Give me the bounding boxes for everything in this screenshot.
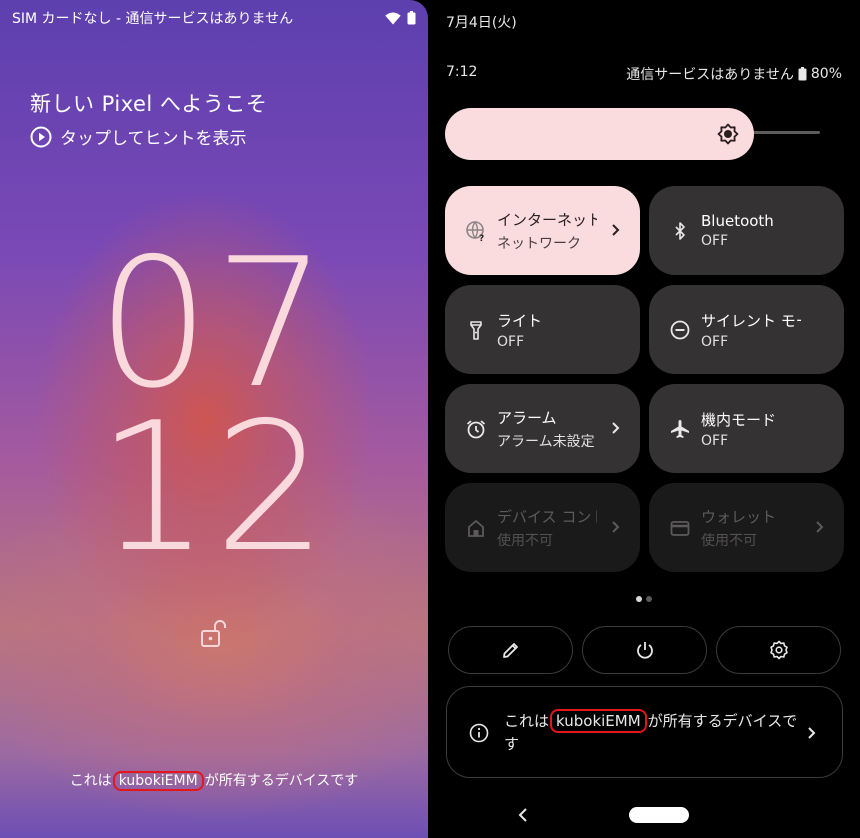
time-label: 7:12: [446, 64, 478, 80]
page-dot-active: [636, 596, 642, 602]
brightness-icon: [717, 123, 739, 145]
page-dot: [646, 596, 652, 602]
owner-name-highlight: kubokiEMM: [550, 709, 647, 733]
tile-device-controls-subtitle: 使用不可: [497, 532, 553, 549]
date-label[interactable]: 7月4日(火): [446, 12, 517, 32]
info-icon: [469, 723, 489, 743]
tile-bluetooth[interactable]: Bluetooth OFF: [649, 186, 844, 275]
settings-icon: [769, 640, 788, 660]
tile-alarm-title: アラーム: [497, 408, 557, 427]
lock-status-bar: SIM カードなし - 通信サービスはありません: [12, 8, 416, 28]
tile-airplane-mode[interactable]: 機内モード OFF: [649, 384, 844, 473]
tile-alarm-subtitle: アラーム未設定: [497, 433, 595, 450]
chevron-right-icon: [612, 521, 620, 533]
tile-device-controls-title: デバイス コントロール: [497, 507, 597, 526]
power-icon: [636, 642, 653, 659]
chevron-right-icon: [816, 521, 824, 533]
edit-icon: [502, 643, 518, 658]
owner-notice: これは kubokiEMM が所有するデバイスです: [0, 770, 428, 791]
flashlight-icon: [470, 320, 482, 340]
device-owner-text: これは kubokiEMM が所有するデバイスです: [504, 709, 804, 755]
owner-name-highlight: kubokiEMM: [112, 771, 204, 791]
tile-internet-title: インターネット: [497, 210, 597, 229]
tile-flashlight-title: ライト: [497, 311, 543, 330]
unlock-icon[interactable]: [198, 618, 230, 650]
quick-settings-panel: 7月4日(火) 7:12 通信サービスはありません 80% ? インターネット …: [430, 0, 860, 838]
play-circle-icon: [30, 126, 52, 147]
tile-bluetooth-subtitle: OFF: [701, 233, 729, 249]
chevron-right-icon: [612, 422, 620, 434]
clock-hours: 07: [96, 220, 332, 427]
tile-wallet-title: ウォレット: [701, 507, 777, 526]
home-handle[interactable]: [629, 807, 689, 823]
back-icon[interactable]: [516, 806, 530, 824]
hint-label: タップしてヒントを表示: [60, 129, 247, 149]
power-button[interactable]: [582, 626, 707, 674]
airplane-icon: [671, 419, 689, 438]
chevron-right-icon: [808, 727, 816, 739]
tile-alarm[interactable]: アラーム アラーム未設定: [445, 384, 640, 473]
tile-do-not-disturb[interactable]: サイレント モード OFF: [649, 285, 844, 374]
owner-prefix: これは: [504, 712, 550, 730]
owner-suffix: が所有するデバイスです: [204, 773, 359, 789]
alarm-icon: [466, 419, 486, 438]
tile-airplane-title: 機内モード: [701, 410, 777, 429]
chevron-right-icon: [612, 224, 620, 236]
tile-internet[interactable]: ? インターネット ネットワーク: [445, 186, 640, 275]
wallet-icon: [670, 520, 690, 536]
brightness-track[interactable]: [748, 131, 820, 134]
tile-device-controls[interactable]: デバイス コントロール 使用不可: [445, 483, 640, 572]
qs-status-bar: 7:12 通信サービスはありません 80%: [446, 64, 842, 84]
service-status: 通信サービスはありません: [626, 67, 794, 83]
tile-wallet[interactable]: ウォレット 使用不可: [649, 483, 844, 572]
internet-icon: ?: [466, 220, 484, 242]
owner-prefix: これは: [69, 773, 112, 789]
battery-percent: 80%: [810, 66, 842, 82]
tile-wallet-subtitle: 使用不可: [701, 532, 757, 549]
tile-airplane-subtitle: OFF: [701, 432, 729, 449]
tile-flashlight-subtitle: OFF: [497, 333, 525, 350]
home-icon: [468, 519, 484, 537]
do-not-disturb-icon: [670, 320, 690, 339]
battery-icon: [798, 67, 807, 81]
tile-flashlight[interactable]: ライト OFF: [445, 285, 640, 374]
svg-text:?: ?: [479, 234, 484, 242]
tile-internet-subtitle: ネットワーク: [497, 235, 581, 252]
tile-dnd-title: サイレント モード: [701, 311, 801, 330]
clock-minutes: 12: [96, 384, 332, 591]
lock-screen: SIM カードなし - 通信サービスはありません 新しい Pixel へようこそ…: [0, 0, 428, 838]
page-indicator: [636, 596, 652, 602]
carrier-status: SIM カードなし - 通信サービスはありません: [12, 11, 294, 27]
hint-button[interactable]: タップしてヒントを表示: [30, 124, 247, 149]
tile-bluetooth-title: Bluetooth: [701, 212, 774, 230]
tile-dnd-subtitle: OFF: [701, 333, 729, 350]
brightness-slider[interactable]: [445, 108, 754, 160]
battery-icon: [407, 11, 416, 25]
wifi-icon: [385, 12, 401, 24]
bluetooth-icon: [675, 221, 685, 240]
edit-button[interactable]: [448, 626, 573, 674]
welcome-title: 新しい Pixel へようこそ: [30, 92, 268, 116]
settings-button[interactable]: [716, 626, 841, 674]
device-owner-card[interactable]: これは kubokiEMM が所有するデバイスです: [446, 686, 843, 778]
